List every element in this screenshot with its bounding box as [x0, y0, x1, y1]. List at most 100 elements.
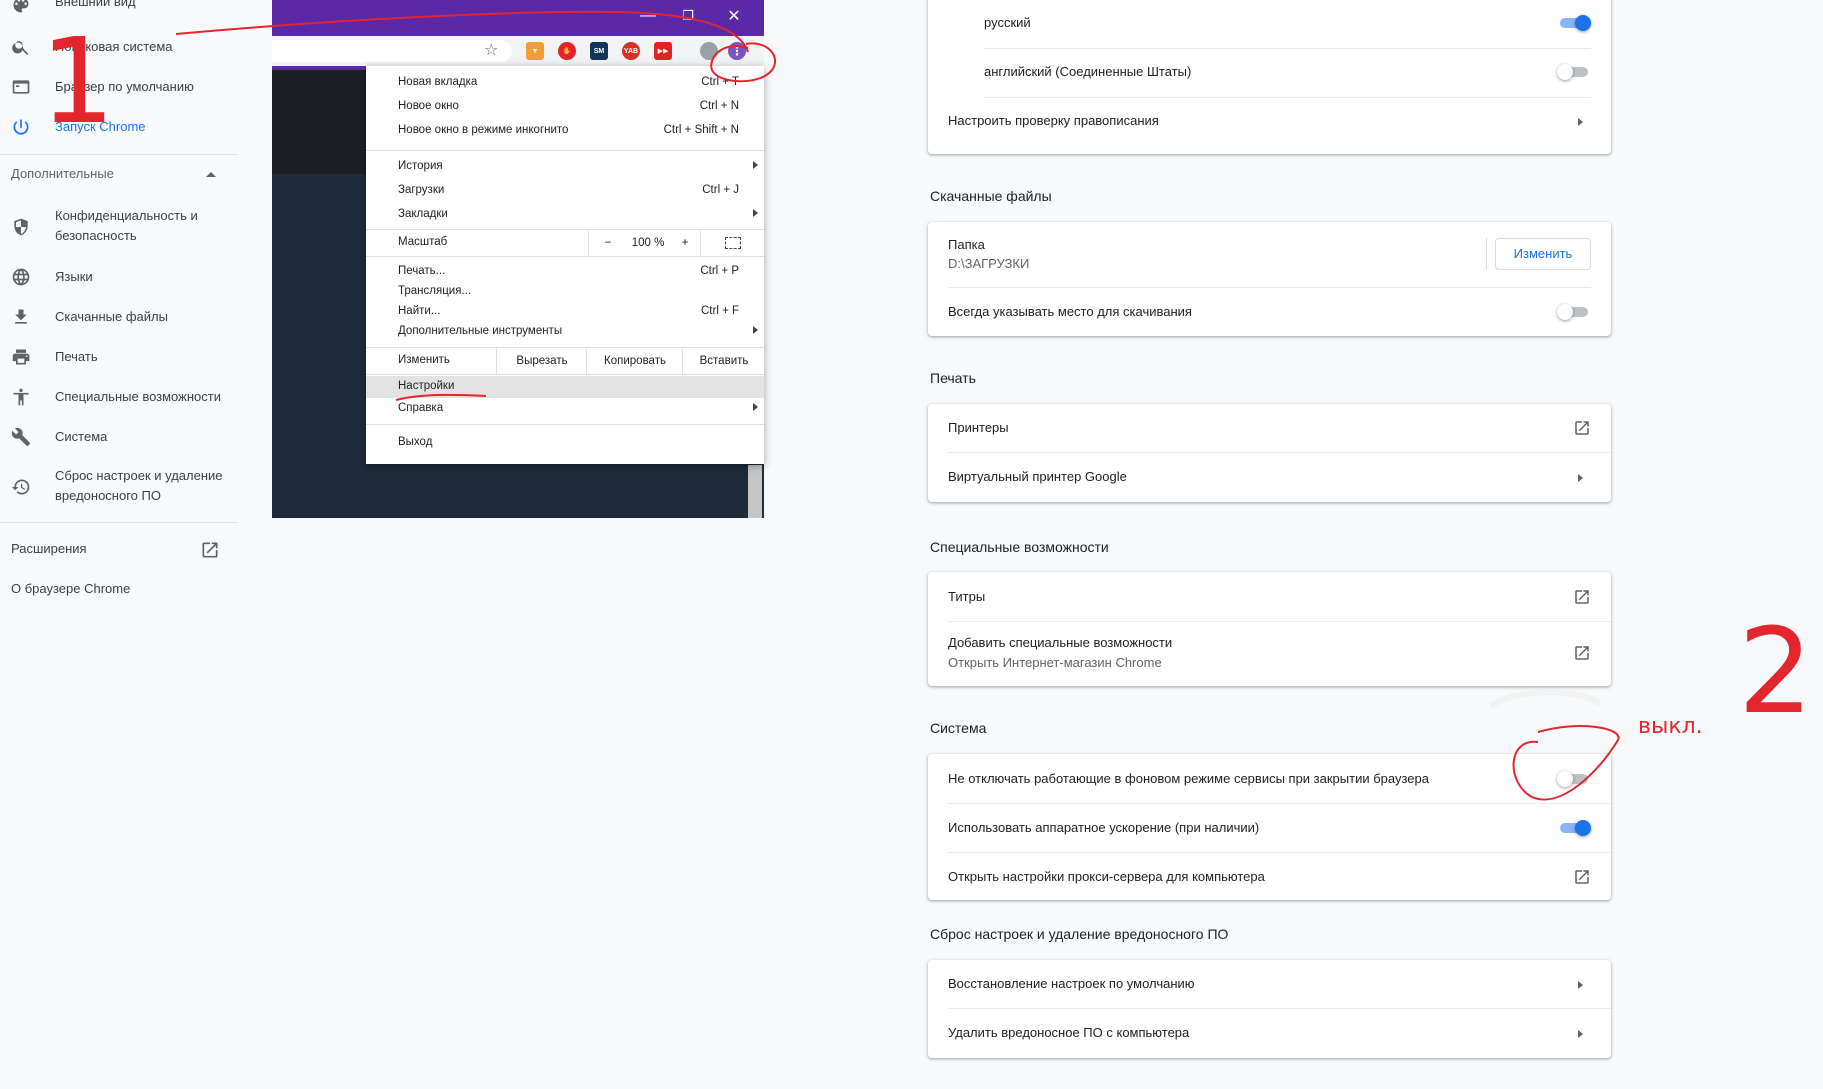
- menu-item-downloads[interactable]: Загрузки Ctrl + J: [366, 180, 764, 202]
- row-label: Виртуальный принтер Google: [948, 469, 1127, 484]
- sidebar-item-appearance[interactable]: Внешний вид: [0, 0, 240, 18]
- background-apps-row: Не отключать работающие в фоновом режиме…: [928, 754, 1611, 802]
- menu-item-cast[interactable]: Трансляция...: [366, 281, 764, 303]
- background-apps-toggle[interactable]: [1557, 771, 1591, 787]
- extension-yab-icon[interactable]: YAB: [622, 42, 640, 60]
- sidebar-item-privacy[interactable]: Конфиденциальность и безопасность: [0, 206, 240, 246]
- restore-icon: [10, 476, 32, 498]
- browser-icon: [10, 76, 32, 98]
- row-label: Открыть настройки прокси-сервера для ком…: [948, 869, 1265, 884]
- sidebar-item-on-startup[interactable]: Запуск Chrome: [0, 116, 240, 138]
- annotation-off-note: выкл.: [1638, 714, 1703, 739]
- download-folder-row: Папка D:\ЗАГРУЗКИ Изменить: [928, 222, 1611, 286]
- sidebar-item-downloads[interactable]: Скачанные файлы: [0, 306, 240, 328]
- sidebar-item-printing[interactable]: Печать: [0, 346, 240, 368]
- proxy-settings-row[interactable]: Открыть настройки прокси-сервера для ком…: [928, 853, 1611, 900]
- close-window-button[interactable]: ✕: [722, 4, 746, 28]
- menu-item-label: Печать...: [398, 265, 446, 277]
- language-name: английский (Соединенные Штаты): [984, 64, 1192, 79]
- settings-sidebar: Внешний вид Поисковая система Браузер по…: [0, 0, 240, 1089]
- fullscreen-button[interactable]: [700, 230, 765, 256]
- menu-item-new-tab[interactable]: Новая вкладка Ctrl + T: [366, 72, 764, 94]
- paste-button[interactable]: Вставить: [682, 348, 765, 374]
- sidebar-item-search-engine[interactable]: Поисковая система: [0, 36, 240, 58]
- open-in-new-icon: [1573, 588, 1591, 606]
- menu-item-find[interactable]: Найти... Ctrl + F: [366, 301, 764, 323]
- submenu-arrow-icon: [753, 326, 758, 334]
- print-icon: [10, 346, 32, 368]
- sidebar-item-label: Сброс настроек и удаление вредоносного П…: [55, 468, 223, 503]
- ask-location-toggle[interactable]: [1557, 304, 1591, 320]
- address-bar[interactable]: ☆: [272, 40, 512, 62]
- menu-divider: [366, 424, 764, 425]
- change-folder-button[interactable]: Изменить: [1495, 238, 1591, 270]
- menu-item-settings[interactable]: Настройки: [366, 376, 764, 398]
- vertical-divider: [1486, 238, 1487, 270]
- chevron-right-icon: [1578, 1030, 1583, 1038]
- sidebar-item-accessibility[interactable]: Специальные возможности: [0, 386, 240, 408]
- menu-item-more-tools[interactable]: Дополнительные инструменты: [366, 321, 764, 343]
- zoom-in-button[interactable]: +: [670, 230, 700, 256]
- submenu-arrow-icon: [753, 403, 758, 411]
- annotation-step-2: 2: [1738, 602, 1814, 740]
- sidebar-item-default-browser[interactable]: Браузер по умолчанию: [0, 76, 240, 98]
- sidebar-item-about[interactable]: О браузере Chrome: [0, 580, 240, 602]
- wrench-icon: [10, 426, 32, 448]
- advanced-section-header[interactable]: Дополнительные: [11, 166, 114, 181]
- chevron-right-icon: [1578, 118, 1583, 126]
- copy-button[interactable]: Копировать: [586, 348, 683, 374]
- scrollbar[interactable]: [748, 465, 762, 518]
- more-menu-icon[interactable]: ⋮: [728, 42, 746, 60]
- menu-item-help[interactable]: Справка: [366, 398, 764, 420]
- menu-item-exit[interactable]: Выход: [366, 432, 764, 454]
- zoom-out-button[interactable]: −: [588, 230, 627, 256]
- language-russian-toggle[interactable]: [1557, 15, 1591, 31]
- extension-adblock-icon[interactable]: ✋: [558, 42, 576, 60]
- sidebar-item-languages[interactable]: Языки: [0, 266, 240, 288]
- add-accessibility-row[interactable]: Добавить специальные возможности Открыть…: [928, 622, 1611, 686]
- bookmark-star-icon[interactable]: ☆: [484, 40, 498, 60]
- divider: [0, 154, 238, 155]
- menu-item-label: Новое окно в режиме инкогнито: [398, 124, 569, 136]
- cleanup-row[interactable]: Удалить вредоносное ПО с компьютера: [928, 1009, 1611, 1058]
- reset-section-title: Сброс настроек и удаление вредоносного П…: [930, 926, 1229, 942]
- cut-button[interactable]: Вырезать: [496, 348, 587, 374]
- menu-item-label: Найти...: [398, 305, 441, 317]
- menu-shortcut: Ctrl + Shift + N: [663, 124, 739, 136]
- spellcheck-row[interactable]: Настроить проверку правописания: [928, 98, 1611, 146]
- menu-item-history[interactable]: История: [366, 156, 764, 178]
- cloud-print-row[interactable]: Виртуальный принтер Google: [928, 453, 1611, 502]
- system-card: Не отключать работающие в фоновом режиме…: [928, 754, 1611, 900]
- restore-defaults-row[interactable]: Восстановление настроек по умолчанию: [928, 960, 1611, 1008]
- minimize-button[interactable]: —: [636, 4, 660, 28]
- chevron-up-icon[interactable]: [206, 172, 216, 177]
- restore-window-button[interactable]: ❐: [676, 4, 700, 28]
- hardware-acceleration-toggle[interactable]: [1557, 820, 1591, 836]
- menu-shortcut: Ctrl + N: [699, 100, 739, 112]
- language-english-toggle[interactable]: [1557, 64, 1591, 80]
- reset-card: Восстановление настроек по умолчанию Уда…: [928, 960, 1611, 1058]
- row-label: Титры: [948, 589, 986, 604]
- sidebar-item-label: О браузере Chrome: [11, 581, 131, 596]
- menu-item-new-window[interactable]: Новое окно Ctrl + N: [366, 96, 764, 118]
- accessibility-section-title: Специальные возможности: [930, 539, 1109, 555]
- profile-avatar-icon[interactable]: [700, 42, 718, 60]
- row-label: Не отключать работающие в фоновом режиме…: [948, 771, 1429, 786]
- open-in-new-icon: [1573, 419, 1591, 437]
- divider: [0, 522, 238, 523]
- sidebar-item-system[interactable]: Система: [0, 426, 240, 448]
- menu-item-incognito[interactable]: Новое окно в режиме инкогнито Ctrl + Shi…: [366, 120, 764, 142]
- sidebar-item-reset[interactable]: Сброс настроек и удаление вредоносного П…: [0, 466, 240, 506]
- sidebar-item-label: Внешний вид: [55, 0, 136, 9]
- printers-row[interactable]: Принтеры: [928, 404, 1611, 452]
- menu-item-bookmarks[interactable]: Закладки: [366, 204, 764, 226]
- printing-section-title: Печать: [930, 370, 976, 386]
- extension-shield-icon[interactable]: ▼: [526, 42, 544, 60]
- extension-media-icon[interactable]: ▶▶: [654, 42, 672, 60]
- captions-row[interactable]: Титры: [928, 572, 1611, 620]
- sidebar-item-extensions[interactable]: Расширения: [0, 540, 240, 562]
- open-in-new-icon: [1573, 644, 1591, 662]
- submenu-arrow-icon: [753, 209, 758, 217]
- menu-item-print[interactable]: Печать... Ctrl + P: [366, 261, 764, 283]
- extension-sm-icon[interactable]: SM: [590, 42, 608, 60]
